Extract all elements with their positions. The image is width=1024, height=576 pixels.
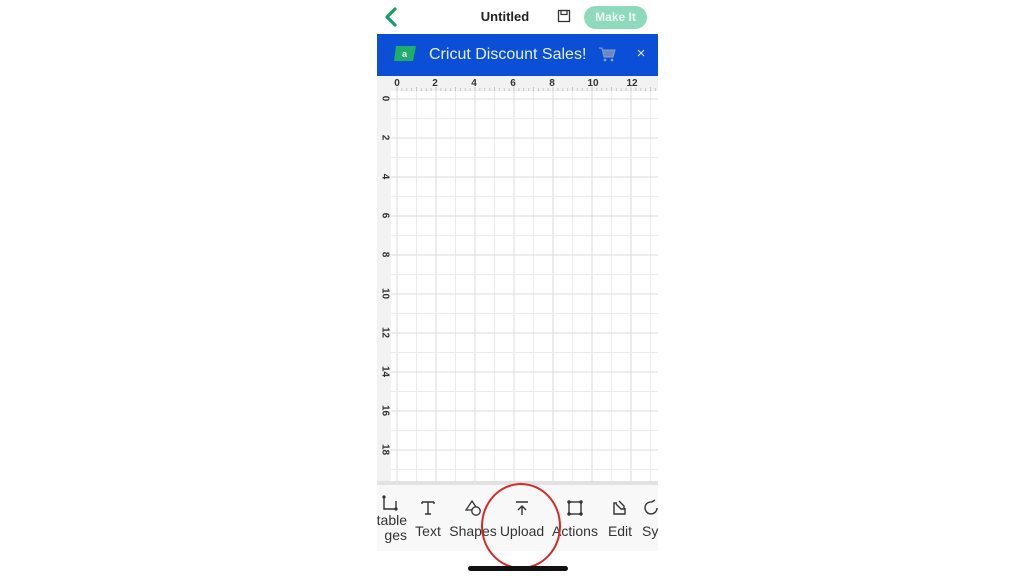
toolbar-item-label: Upload: [499, 523, 545, 539]
upload-icon: [516, 501, 528, 515]
ruler-left-label: 8: [379, 251, 391, 258]
make-it-button[interactable]: Make It: [584, 6, 647, 29]
ruler-left-label: 10: [379, 287, 391, 300]
shopping-cart-icon: [599, 47, 616, 62]
toolbar-item-label: Shapes: [449, 523, 497, 539]
chevron-left-icon[interactable]: [381, 5, 403, 29]
toolbar-item-text[interactable]: Text: [411, 485, 445, 551]
ruler-top: 0 2 4 6 8 10 12: [377, 76, 658, 91]
toolbar-item-edit[interactable]: Edit: [603, 485, 637, 551]
ruler-top-ticks: [396, 87, 656, 91]
actions-icon: [567, 500, 583, 516]
project-title: Untitled: [480, 9, 530, 24]
toolbar-item-label: Sy: [642, 523, 658, 539]
design-canvas[interactable]: 0 2 4 6 8 10 12 0 2 4 6 8 10 12 14 16 18: [377, 76, 658, 485]
ruler-top-label: 4: [471, 78, 477, 89]
ruler-top-label: 12: [626, 78, 638, 89]
cricut-logo-icon: a: [394, 46, 416, 61]
banner-close-button[interactable]: ×: [634, 46, 648, 62]
toolbar-item-label: Actions: [552, 523, 598, 539]
toolbar-item-upload[interactable]: Upload: [497, 485, 547, 551]
toolbar-item-shapes[interactable]: Shapes: [447, 485, 499, 551]
ruler-left-label: 12: [379, 326, 391, 339]
ruler-top-label: 8: [549, 78, 555, 89]
sync-icon: [644, 499, 658, 515]
toolbar-item-label: table ges: [377, 513, 407, 543]
ruler-left-label: 2: [379, 134, 391, 141]
ruler-left-label: 0: [379, 95, 391, 102]
promo-banner[interactable]: a Cricut Discount Sales! ×: [377, 34, 658, 76]
toolbar-item-actions[interactable]: Actions: [549, 485, 601, 551]
bottom-toolbar: table ges Text Shapes Upload Actions Edi…: [377, 485, 658, 551]
ruler-top-label: 6: [510, 78, 516, 89]
ruler-top-label: 0: [394, 78, 400, 89]
edit-icon: [613, 500, 626, 515]
label-line-2: ges: [384, 527, 407, 543]
ruler-left-label: 16: [379, 404, 391, 417]
toolbar-item-label: Edit: [607, 523, 633, 539]
ruler-top-label: 2: [432, 78, 438, 89]
banner-text: Cricut Discount Sales!: [429, 46, 587, 63]
toolbar-item-editable-images[interactable]: table ges: [377, 485, 407, 551]
ruler-left-label: 14: [379, 365, 391, 378]
shapes-icon: [464, 499, 481, 516]
ruler-left-label: 4: [379, 173, 391, 180]
toolbar-item-label: Text: [415, 523, 441, 539]
home-indicator[interactable]: [468, 566, 568, 571]
ruler-left: 0 2 4 6 8 10 12 14 16 18: [377, 91, 391, 485]
toolbar-item-sync[interactable]: Sy: [639, 485, 658, 551]
phone-screen: Untitled Make It a Cricut Discount Sales…: [377, 0, 658, 576]
canvas-grid: [391, 91, 658, 485]
label-line-1: table: [377, 512, 407, 528]
app-header: Untitled Make It: [377, 0, 658, 34]
editable-images-icon: [382, 495, 398, 511]
text-icon: [421, 501, 435, 515]
ruler-left-label: 18: [379, 443, 391, 456]
save-icon[interactable]: [557, 9, 571, 23]
ruler-left-label: 6: [379, 212, 391, 219]
ruler-top-label: 10: [587, 78, 599, 89]
